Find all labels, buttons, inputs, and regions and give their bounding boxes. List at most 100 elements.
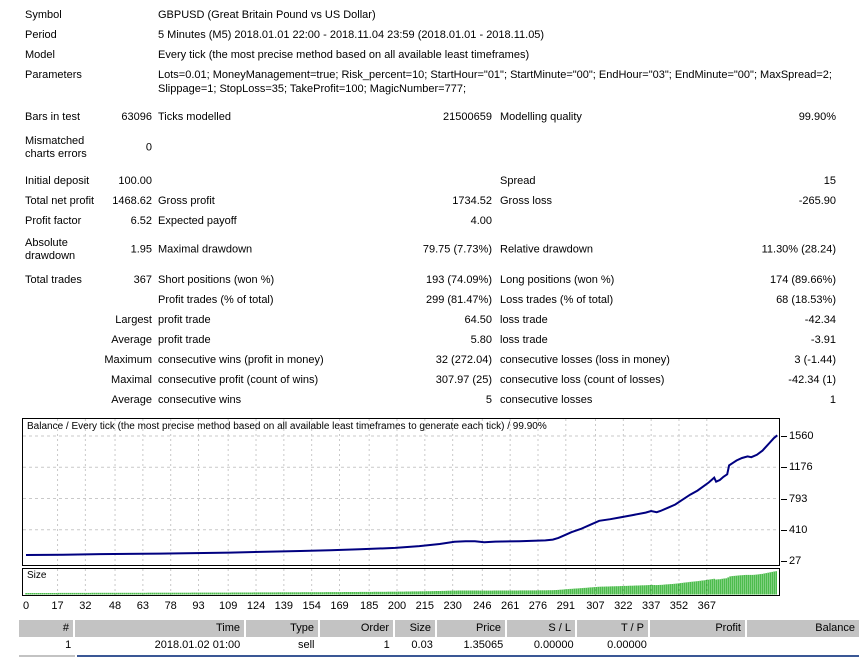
x-axis-label: 139 [274,600,294,612]
ticks-modelled-value: 21500659 [443,111,492,123]
total-net-profit-label: Total net profit [25,195,95,207]
trade-cell [748,638,859,654]
column-header-order[interactable]: Order [320,620,395,637]
size-chart-label: Size [27,570,47,581]
trade-cell: sell [298,639,315,651]
report-row-maximum-consecutive: Maximum consecutive wins (profit in mone… [0,353,859,373]
maximal-drawdown-label: Maximal drawdown [158,243,253,256]
spread-value: 15 [823,175,836,187]
x-axis-label: 109 [219,600,238,612]
average-profit-trade-value: 5.80 [470,334,492,346]
parameters-value: Lots=0.01; MoneyManagement=true; Risk_pe… [158,69,832,95]
report-row-maximal-consecutive: Maximal consecutive profit (count of win… [0,373,859,393]
report-row-average-trade: Average profit trade 5.80 loss trade -3.… [0,333,859,353]
long-positions-label: Long positions (won %) [500,274,615,286]
short-positions-label: Short positions (won %) [158,274,275,286]
trade-row[interactable]: 1 2018.01.02 01:00 sell 1 0.03 1.35065 0.00000… [0,638,859,654]
average-profit-trade-label: profit trade [158,334,211,346]
model-label: Model [25,49,55,61]
balance-chart [22,418,780,566]
model-value: Every tick (the most precise method base… [158,49,530,61]
column-header-profit[interactable]: Profit [650,620,747,637]
trade-cell: 2018.01.02 01:00 [154,639,241,651]
total-trades-value: 367 [133,274,152,286]
y-axis-tick [781,561,787,562]
x-axis-label: 230 [443,600,462,612]
trade-cell: 0.00000 [607,639,647,651]
total-net-profit-value: 1468.62 [112,195,152,207]
x-axis-label: 124 [246,600,266,612]
x-axis-label: 63 [136,600,149,612]
x-axis-label: 17 [51,600,64,612]
gross-loss-value: -265.90 [798,195,836,207]
x-axis-label: 185 [359,600,379,612]
consecutive-profit-label: consecutive profit (count of wins) [158,374,319,386]
x-axis-label: 200 [387,600,407,612]
column-header-time[interactable]: Time [75,620,246,637]
balance-chart-border [22,418,780,566]
column-header-#[interactable]: # [19,620,75,637]
column-header-balance[interactable]: Balance [747,620,859,637]
x-axis-label: 32 [79,600,92,612]
largest-loss-trade-value: -42.34 [804,314,836,326]
y-axis-tick [781,467,787,469]
largest-profit-trade-label: profit trade [158,314,211,326]
report-row-largest: Largest profit trade 64.50 loss trade -4… [0,313,859,333]
x-axis-label: 307 [586,600,605,612]
gross-profit-label: Gross profit [158,195,215,207]
trade-cell: 1.35065 [463,639,504,651]
report-row-model: Model Every tick (the most precise metho… [0,48,859,68]
column-header-tp[interactable]: T / P [577,620,650,637]
y-axis-label: 1560 [789,430,814,442]
ticks-modelled-label: Ticks modelled [158,111,231,123]
column-header-sl[interactable]: S / L [507,620,577,637]
report-row-net-profit: Total net profit 1468.62 Gross profit 17… [0,194,859,214]
short-positions-value: 193 (74.09%) [425,274,492,286]
modelling-quality-label: Modelling quality [500,111,582,123]
mismatched-errors-label: Mismatched charts errors [25,135,87,160]
modelling-quality-value: 99.90% [798,111,836,123]
maximum-qualifier: Maximum [104,354,152,366]
largest-profit-trade-value: 64.50 [464,314,492,326]
largest-qualifier: Largest [115,314,152,326]
consecutive-losses-money-value: 3 (-1.44) [794,354,836,366]
strategy-tester-report: Symbol GBPUSD (Great Britain Pound vs US… [0,8,859,657]
consecutive-losses-money-label: consecutive losses (loss in money) [500,354,670,366]
symbol-label: Symbol [25,9,62,21]
x-axis-label: 48 [108,600,122,612]
report-row-profit-factor: Profit factor 6.52 Expected payoff 4.00 [0,214,859,234]
report-row-mismatched: Mismatched charts errors 0 [0,130,859,166]
y-axis-label: 27 [789,555,802,567]
spread-label: Spread [500,175,536,187]
avg-consecutive-wins-label: consecutive wins [158,394,242,406]
parameters-label: Parameters [25,69,82,81]
consecutive-wins-money-label: consecutive wins (profit in money) [158,354,324,366]
relative-drawdown-value: 11.30% (28.24) [761,243,836,256]
consecutive-loss-label: consecutive loss (count of losses) [500,374,665,386]
symbol-value: GBPUSD (Great Britain Pound vs US Dollar… [158,9,376,21]
avg-consecutive-losses-value: 1 [829,394,836,406]
report-row-parameters: Parameters Lots=0.01; MoneyManagement=tr… [0,68,859,106]
trades-table-header: # Time Type Order Size Price S / LT / P Profit B… [0,620,859,637]
column-header-size[interactable]: Size [395,620,437,637]
report-row-profit-trades: Profit trades (% of total) 299 (81.47%) … [0,293,859,313]
row-left-gutter [0,638,19,654]
column-header-price[interactable]: Price [437,620,507,637]
maximal-qualifier: Maximal [111,374,152,386]
balance-curve [25,434,778,556]
absolute-drawdown-value: 1.95 [130,243,152,256]
average-loss-trade-value: -3.91 [810,334,836,346]
profit-factor-label: Profit factor [25,215,82,227]
profit-trades-label: Profit trades (% of total) [158,294,274,306]
report-row-drawdown: Absolute drawdown 1.95 Maximal drawdown … [0,234,859,266]
report-row-total-trades: Total trades 367 Short positions (won %)… [0,273,859,293]
avg-consecutive-wins-value: 5 [485,394,492,406]
relative-drawdown-label: Relative drawdown [500,243,593,256]
x-axis-label: 337 [641,600,661,612]
gross-loss-label: Gross loss [500,195,552,207]
total-trades-label: Total trades [25,274,82,286]
report-row-period: Period 5 Minutes (M5) 2018.01.01 22:00 -… [0,28,859,48]
column-header-type[interactable]: Type [246,620,320,637]
bars-in-test-label: Bars in test [25,111,81,123]
y-axis-tick [781,498,787,500]
